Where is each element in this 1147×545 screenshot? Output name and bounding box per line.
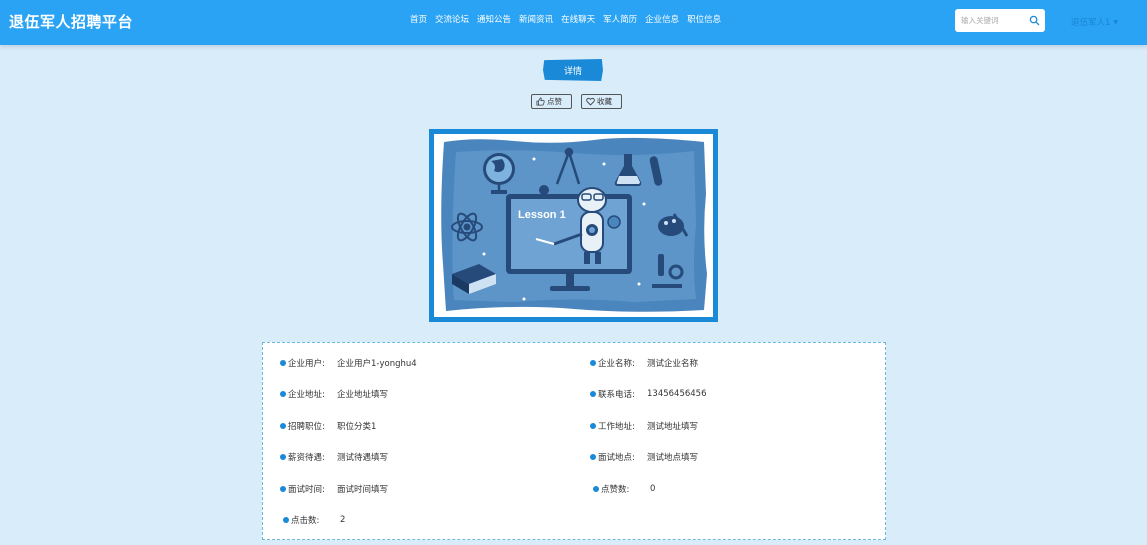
bullet-dot <box>280 391 286 397</box>
collect-label: 收藏 <box>597 97 612 106</box>
nav-item-news[interactable]: 新闻资讯 <box>515 14 557 26</box>
nav-item-jobs[interactable]: 职位信息 <box>683 14 725 26</box>
info-label: 企业名称: <box>598 359 635 369</box>
nav-item-home[interactable]: 首页 <box>406 14 431 26</box>
info-label: 点击数: <box>291 516 320 526</box>
company-info-panel: 企业用户: 企业用户1-yonghu4 企业地址: 企业地址填写 招聘职位: 职… <box>260 340 888 542</box>
bullet-dot <box>280 454 286 460</box>
info-label: 面试时间: <box>288 485 325 495</box>
user-name: 退伍军人1 <box>1071 18 1111 28</box>
lesson-illustration: Lesson 1 <box>441 137 707 312</box>
info-row-work-address: 工作地址: 测试地址填写 <box>590 420 698 432</box>
info-value: 13456456456 <box>647 389 707 399</box>
info-label: 企业用户: <box>288 359 325 369</box>
search-input[interactable] <box>955 9 1027 32</box>
bullet-dot <box>280 360 286 366</box>
bullet-dot <box>280 423 286 429</box>
info-value: 0 <box>650 484 656 494</box>
info-row-phone: 联系电话: 13456456456 <box>590 388 707 400</box>
nav-item-resume[interactable]: 军人简历 <box>599 14 641 26</box>
detail-image: Lesson 1 <box>434 134 713 317</box>
bullet-dot <box>590 391 596 397</box>
nav-item-chat[interactable]: 在线聊天 <box>557 14 599 26</box>
svg-text:Lesson 1: Lesson 1 <box>518 209 566 221</box>
info-row-like-count: 点赞数: 0 <box>593 483 655 495</box>
like-label: 点赞 <box>547 97 562 106</box>
info-label: 面试地点: <box>598 453 635 463</box>
search-icon[interactable] <box>1029 15 1040 26</box>
info-row-company-address: 企业地址: 企业地址填写 <box>280 388 388 400</box>
info-label: 薪资待遇: <box>288 453 325 463</box>
search-box <box>955 9 1045 32</box>
info-row-company-user: 企业用户: 企业用户1-yonghu4 <box>280 357 417 369</box>
bullet-dot <box>590 360 596 366</box>
info-value: 面试时间填写 <box>337 485 389 495</box>
info-row-click-count: 点击数: 2 <box>283 514 345 526</box>
info-value: 企业用户1-yonghu4 <box>337 359 417 369</box>
thumbs-up-icon <box>536 97 545 106</box>
info-row-salary: 薪资待遇: 测试待遇填写 <box>280 451 388 463</box>
bullet-dot <box>593 486 599 492</box>
info-value: 测试地点填写 <box>647 453 699 463</box>
info-value: 企业地址填写 <box>337 390 389 400</box>
info-label: 企业地址: <box>288 390 325 400</box>
user-menu[interactable]: 退伍军人1 ▼ <box>1071 16 1118 28</box>
info-row-interview-location: 面试地点: 测试地点填写 <box>590 451 698 463</box>
info-value: 测试待遇填写 <box>337 453 389 463</box>
info-row-company-name: 企业名称: 测试企业名称 <box>590 357 698 369</box>
info-row-interview-time: 面试时间: 面试时间填写 <box>280 483 388 495</box>
nav-item-company[interactable]: 企业信息 <box>641 14 683 26</box>
nav-item-forum[interactable]: 交流论坛 <box>431 14 473 26</box>
detail-image-frame: Lesson 1 <box>429 129 718 322</box>
like-button[interactable]: 点赞 <box>531 94 572 109</box>
top-navbar: 退伍军人招聘平台 首页 交流论坛 通知公告 新闻资讯 在线聊天 军人简历 企业信… <box>0 0 1147 45</box>
info-row-position: 招聘职位: 职位分类1 <box>280 420 376 432</box>
bullet-dot <box>280 486 286 492</box>
nav-item-notice[interactable]: 通知公告 <box>473 14 515 26</box>
bullet-dot <box>590 454 596 460</box>
info-value: 测试地址填写 <box>647 422 699 432</box>
info-label: 招聘职位: <box>288 422 325 432</box>
site-title[interactable]: 退伍军人招聘平台 <box>9 11 133 32</box>
chevron-down-icon: ▼ <box>1113 18 1119 26</box>
info-label: 工作地址: <box>598 422 635 432</box>
info-label: 点赞数: <box>601 485 630 495</box>
detail-title: 详情 <box>543 59 603 81</box>
heart-icon <box>586 97 595 106</box>
bullet-dot <box>590 423 596 429</box>
info-label: 联系电话: <box>598 390 635 400</box>
info-value: 2 <box>340 515 346 525</box>
info-value: 测试企业名称 <box>647 359 699 369</box>
collect-button[interactable]: 收藏 <box>581 94 622 109</box>
info-value: 职位分类1 <box>337 422 377 432</box>
main-nav: 首页 交流论坛 通知公告 新闻资讯 在线聊天 军人简历 企业信息 职位信息 <box>406 14 725 26</box>
bullet-dot <box>283 517 289 523</box>
